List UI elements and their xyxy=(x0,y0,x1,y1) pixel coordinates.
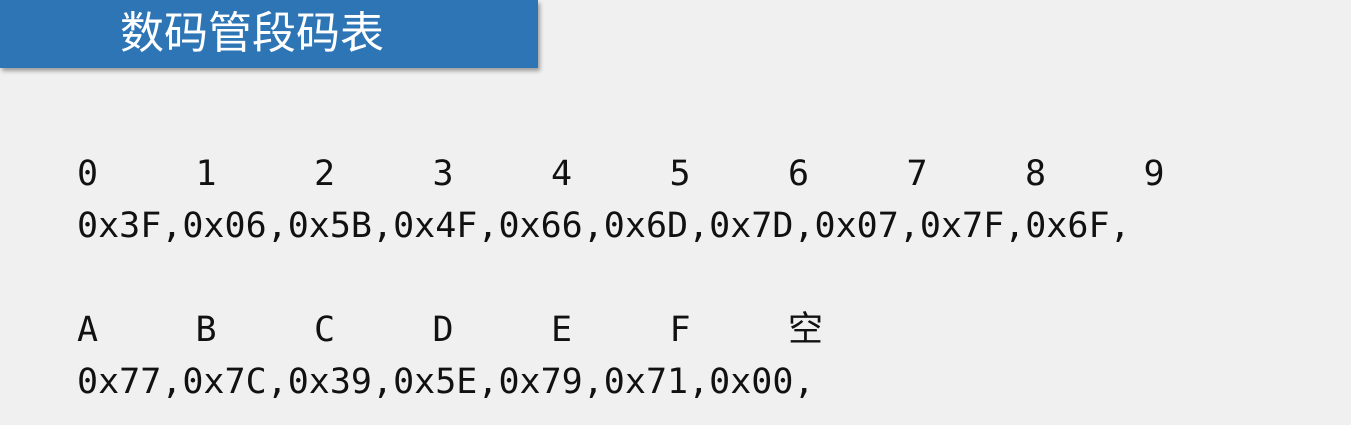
label-c: C xyxy=(314,310,336,350)
title-banner: 数码管段码表 xyxy=(0,0,538,68)
page-title: 数码管段码表 xyxy=(120,8,384,59)
code-6: 0x7D, xyxy=(709,206,815,246)
code-1: 0x06, xyxy=(182,206,288,246)
label-7: 7 xyxy=(906,154,928,194)
label-blank: 空 xyxy=(788,310,824,350)
code-c: 0x39, xyxy=(287,362,394,402)
letter-label-row: A B C D E F 空 xyxy=(77,304,1317,356)
code-0: 0x3F, xyxy=(77,206,183,246)
label-0: 0 xyxy=(77,154,99,194)
code-blank: 0x00, xyxy=(709,362,815,402)
label-e: E xyxy=(551,310,573,350)
digit-code-row: 0x3F,0x06,0x5B,0x4F,0x66,0x6D,0x7D,0x07,… xyxy=(77,200,1317,252)
code-b: 0x7C, xyxy=(182,362,288,402)
code-f: 0x71, xyxy=(603,362,710,402)
code-2: 0x5B, xyxy=(287,206,394,246)
label-1: 1 xyxy=(195,154,217,194)
label-6: 6 xyxy=(788,154,810,194)
label-9: 9 xyxy=(1143,154,1165,194)
label-2: 2 xyxy=(314,154,336,194)
code-a: 0x77, xyxy=(77,362,183,402)
code-d: 0x5E, xyxy=(393,362,499,402)
letter-code-row: 0x77,0x7C,0x39,0x5E,0x79,0x71,0x00, xyxy=(77,356,1317,408)
code-4: 0x66, xyxy=(498,206,604,246)
code-5: 0x6D, xyxy=(603,206,710,246)
label-8: 8 xyxy=(1025,154,1047,194)
code-7: 0x07, xyxy=(814,206,920,246)
label-a: A xyxy=(77,310,99,350)
label-4: 4 xyxy=(551,154,573,194)
code-e: 0x79, xyxy=(498,362,604,402)
code-3: 0x4F, xyxy=(393,206,499,246)
label-b: B xyxy=(195,310,217,350)
code-8: 0x7F, xyxy=(919,206,1026,246)
code-9: 0x6F, xyxy=(1025,206,1131,246)
label-d: D xyxy=(432,310,454,350)
digit-label-row: 0 1 2 3 4 5 6 7 8 9 xyxy=(77,148,1317,200)
label-f: F xyxy=(669,310,691,350)
label-3: 3 xyxy=(432,154,454,194)
label-5: 5 xyxy=(669,154,691,194)
segment-code-table: 0 1 2 3 4 5 6 7 8 9 0x3F,0x06,0x5B,0x4F,… xyxy=(77,148,1317,408)
